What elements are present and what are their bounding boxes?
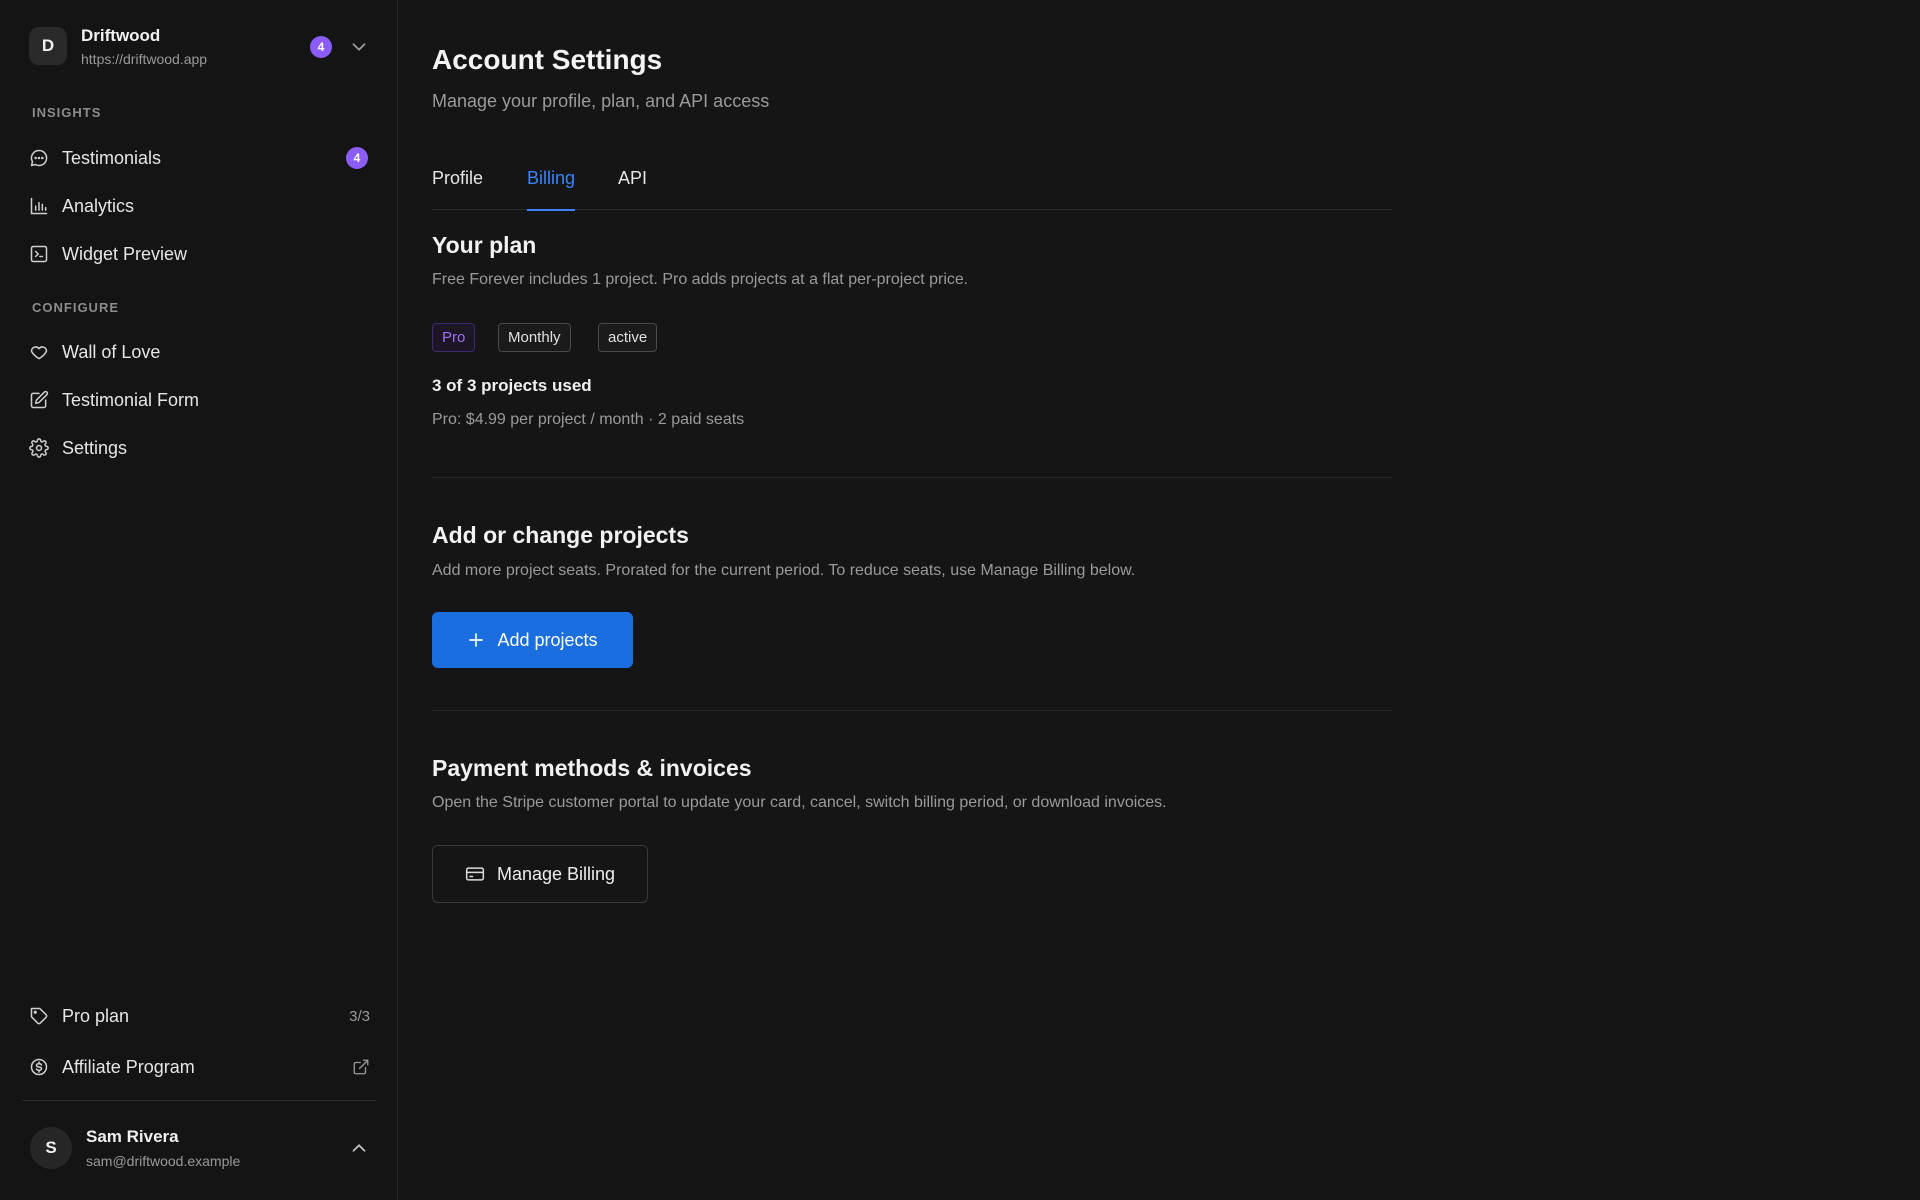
- avatar: S: [30, 1127, 72, 1169]
- dollar-circle-icon: [28, 1056, 50, 1078]
- section-divider: [432, 710, 1392, 711]
- testimonials-count-badge: 4: [346, 147, 368, 169]
- workspace-name: Driftwood: [81, 25, 161, 45]
- billing-period-badge: Monthly: [498, 323, 571, 352]
- pricing-detail: Pro: $4.99 per project / month · 2 paid …: [432, 411, 745, 428]
- terminal-icon: [28, 243, 50, 265]
- user-name: Sam Rivera: [86, 1127, 179, 1146]
- sidebar-item-testimonials[interactable]: Testimonials 4: [22, 137, 376, 179]
- settings-tabs: Profile Billing API: [432, 160, 1392, 211]
- workspace-url: https://driftwood.app: [81, 50, 208, 67]
- workspace-badge: 4: [310, 36, 332, 58]
- gear-icon: [28, 437, 50, 459]
- sidebar-item-label: Testimonials: [62, 147, 162, 168]
- plan-section-description: Free Forever includes 1 project. Pro add…: [432, 271, 969, 288]
- payments-section-title: Payment methods & invoices: [432, 755, 752, 781]
- projects-section-description: Add more project seats. Prorated for the…: [432, 562, 1136, 579]
- sidebar-item-wall-of-love[interactable]: Wall of Love: [22, 331, 376, 373]
- tag-icon: [28, 1005, 50, 1027]
- payments-section-description: Open the Stripe customer portal to updat…: [432, 794, 1167, 811]
- tab-billing[interactable]: Billing: [527, 168, 576, 211]
- page-title: Account Settings: [432, 44, 663, 75]
- sidebar: D Driftwood https://driftwood.app 4 INSI…: [0, 0, 398, 1200]
- page-subtitle: Manage your profile, plan, and API acces…: [432, 91, 770, 111]
- bar-chart-icon: [28, 195, 50, 217]
- manage-billing-button[interactable]: Manage Billing: [432, 845, 648, 903]
- chat-bubble-icon: [28, 147, 50, 169]
- edit-icon: [28, 389, 50, 411]
- plus-icon: [469, 633, 484, 647]
- workspace-info: Driftwood https://driftwood.app: [81, 26, 207, 67]
- tab-profile[interactable]: Profile: [432, 168, 483, 210]
- section-divider: [432, 477, 1392, 478]
- plan-badge: Pro: [432, 323, 476, 352]
- sidebar-item-label: Testimonial Form: [62, 389, 200, 410]
- sidebar-item-label: Pro plan: [62, 1005, 130, 1026]
- sidebar-item-affiliate-program[interactable]: Affiliate Program: [22, 1046, 376, 1088]
- add-projects-label: Add projects: [497, 629, 598, 650]
- projects-section-title: Add or change projects: [432, 522, 689, 548]
- active-tab-indicator: [527, 209, 576, 211]
- sidebar-divider: [22, 1100, 376, 1101]
- sidebar-item-pro-plan[interactable]: Pro plan 3/3: [22, 995, 376, 1037]
- workspace-avatar: D: [29, 27, 67, 65]
- user-info: Sam Rivera sam@driftwood.example: [86, 1127, 240, 1169]
- add-projects-button[interactable]: Add projects: [432, 612, 633, 668]
- sidebar-item-label: Affiliate Program: [62, 1056, 195, 1077]
- user-email: sam@driftwood.example: [86, 1153, 241, 1169]
- main-content: Account Settings Manage your profile, pl…: [432, 0, 1392, 1200]
- sidebar-item-label: Analytics: [62, 195, 135, 216]
- projects-usage: 3 of 3 projects used: [432, 376, 592, 395]
- tab-api[interactable]: API: [618, 168, 647, 210]
- status-badge: active: [598, 323, 658, 352]
- credit-card-icon: [465, 867, 485, 881]
- chevron-up-icon[interactable]: [348, 1137, 370, 1159]
- sidebar-item-widget-preview[interactable]: Widget Preview: [22, 233, 376, 275]
- section-label-insights: INSIGHTS: [32, 105, 102, 120]
- external-link-icon: [353, 1059, 369, 1075]
- workspace-switcher[interactable]: D Driftwood https://driftwood.app 4: [22, 20, 376, 72]
- tab-billing-label: Billing: [527, 168, 576, 188]
- user-menu[interactable]: S Sam Rivera sam@driftwood.example: [22, 1122, 376, 1174]
- project-usage-count: 3/3: [349, 1007, 370, 1025]
- sidebar-item-label: Wall of Love: [62, 341, 161, 362]
- sidebar-item-settings[interactable]: Settings: [22, 427, 376, 469]
- plan-section-title: Your plan: [432, 232, 537, 258]
- heart-icon: [28, 341, 50, 363]
- section-label-configure: CONFIGURE: [32, 300, 119, 315]
- sidebar-item-testimonial-form[interactable]: Testimonial Form: [22, 379, 376, 421]
- sidebar-item-analytics[interactable]: Analytics: [22, 185, 376, 227]
- sidebar-item-label: Settings: [62, 437, 128, 458]
- sidebar-item-label: Widget Preview: [62, 243, 188, 264]
- chevron-down-icon[interactable]: [348, 36, 370, 58]
- manage-billing-label: Manage Billing: [496, 863, 616, 884]
